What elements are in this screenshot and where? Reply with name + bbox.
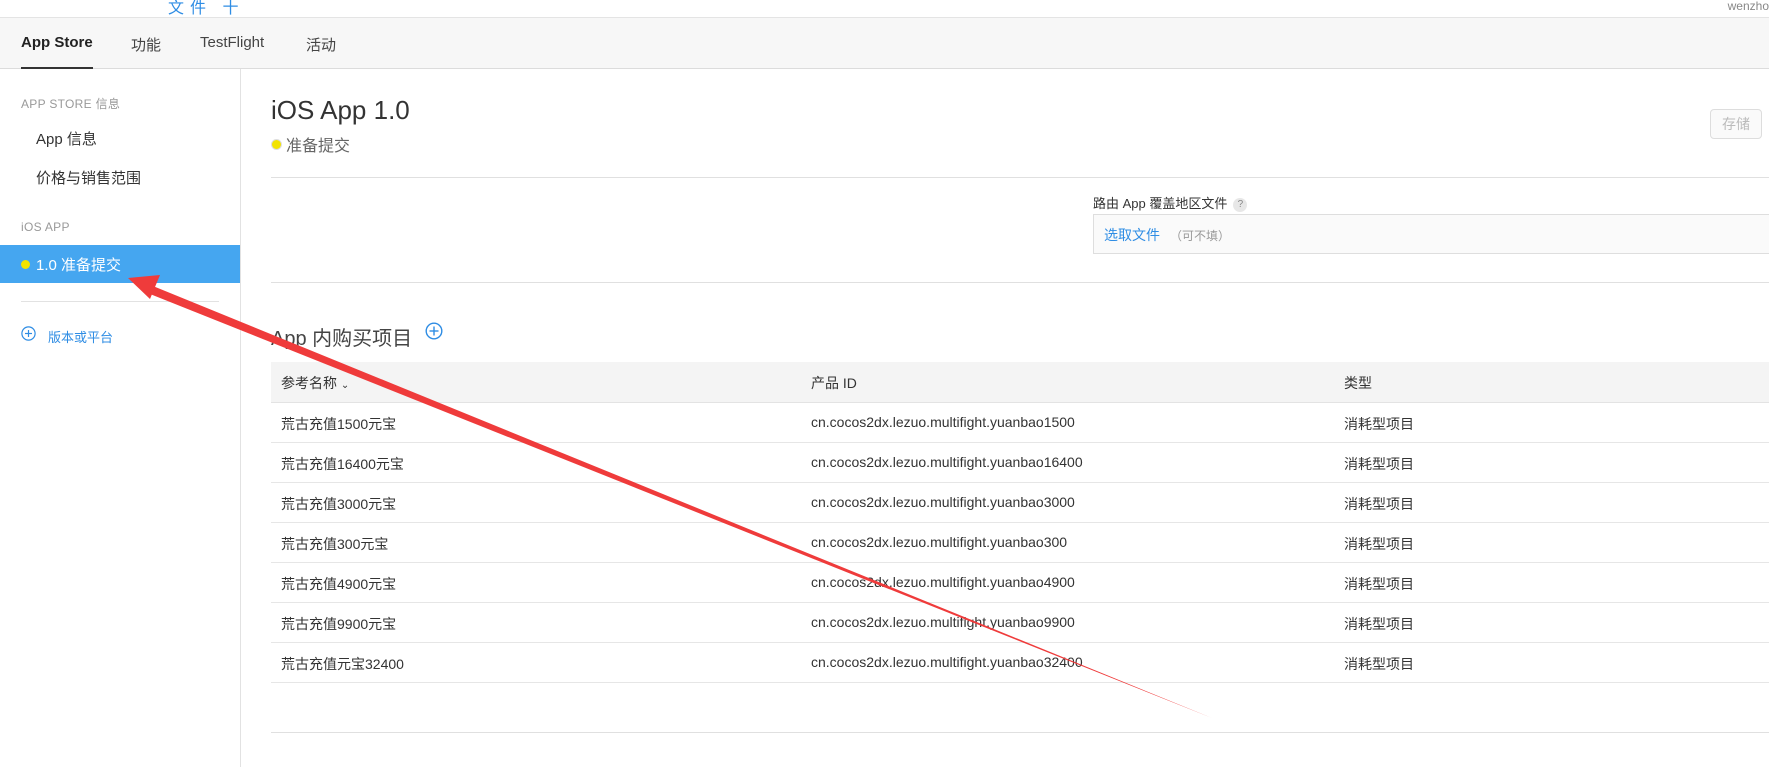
divider	[271, 732, 1769, 733]
sidebar-section-ios: iOS APP	[21, 220, 70, 234]
route-file-label: 路由 App 覆盖地区文件?	[1093, 193, 1248, 212]
cell-product-id: cn.cocos2dx.lezuo.multifight.yuanbao9900	[811, 614, 1075, 630]
cell-type: 消耗型项目	[1344, 496, 1414, 512]
cell-product-id: cn.cocos2dx.lezuo.multifight.yuanbao1500	[811, 414, 1075, 430]
status-dot-icon	[21, 260, 30, 269]
status-text: 准备提交	[286, 138, 351, 155]
sidebar: APP STORE 信息 App 信息 价格与销售范围 iOS APP 1.0 …	[0, 69, 241, 767]
add-iap-plus-icon[interactable]	[425, 322, 443, 340]
route-file-field: 选取文件 （可不填）	[1093, 214, 1769, 254]
divider	[271, 282, 1769, 283]
table-row[interactable]: 荒古充值16400元宝 cn.cocos2dx.lezuo.multifight…	[271, 443, 1769, 483]
cell-product-id: cn.cocos2dx.lezuo.multifight.yuanbao4900	[811, 574, 1075, 590]
add-version-label: 版本或平台	[48, 330, 114, 345]
table-row[interactable]: 荒古充值4900元宝 cn.cocos2dx.lezuo.multifight.…	[271, 563, 1769, 603]
cell-product-id: cn.cocos2dx.lezuo.multifight.yuanbao3000	[811, 494, 1075, 510]
sidebar-item-version-1-0[interactable]: 1.0 准备提交	[0, 245, 240, 283]
iap-section-title: App 内购买项目	[271, 328, 413, 350]
sidebar-item-pricing[interactable]: 价格与销售范围	[36, 167, 141, 188]
table-row[interactable]: 荒古充值3000元宝 cn.cocos2dx.lezuo.multifight.…	[271, 483, 1769, 523]
table-header: 参考名称 ⌄ 产品 ID 类型	[271, 362, 1769, 403]
top-strip: 文件 十 wenzho	[0, 0, 1769, 18]
page-title: iOS App 1.0	[271, 95, 410, 125]
divider	[271, 177, 1769, 178]
cell-name: 荒古充值16400元宝	[281, 456, 404, 472]
sidebar-section-appstore: APP STORE 信息	[21, 97, 121, 111]
tab-testflight[interactable]: TestFlight	[200, 34, 264, 51]
cell-product-id: cn.cocos2dx.lezuo.multifight.yuanbao300	[811, 534, 1068, 550]
cell-name: 荒古充值300元宝	[281, 536, 389, 552]
plus-circle-icon	[21, 326, 36, 341]
chevron-down-icon: ⌄	[340, 380, 350, 391]
cell-name: 荒古充值4900元宝	[281, 576, 397, 592]
cell-type: 消耗型项目	[1344, 536, 1414, 552]
choose-file-link[interactable]: 选取文件	[1104, 225, 1160, 245]
tab-app-store[interactable]: App Store	[21, 34, 93, 69]
cell-type: 消耗型项目	[1344, 456, 1414, 472]
cell-product-id: cn.cocos2dx.lezuo.multifight.yuanbao1640…	[811, 454, 1083, 470]
cell-type: 消耗型项目	[1344, 576, 1414, 592]
tab-activity[interactable]: 活动	[306, 34, 336, 55]
status-dot-icon	[271, 139, 282, 151]
cell-name: 荒古充值3000元宝	[281, 496, 397, 512]
iap-table: 参考名称 ⌄ 产品 ID 类型 荒古充值1500元宝 cn.cocos2dx.l…	[271, 362, 1769, 683]
user-name[interactable]: wenzho	[1728, 0, 1769, 13]
top-tab-bar: App Store 功能 TestFlight 活动	[0, 18, 1769, 69]
cell-type: 消耗型项目	[1344, 656, 1414, 672]
cell-name: 荒古充值9900元宝	[281, 616, 397, 632]
column-header-name[interactable]: 参考名称 ⌄	[281, 373, 349, 393]
optional-hint: （可不填）	[1170, 229, 1231, 243]
table-row[interactable]: 荒古充值1500元宝 cn.cocos2dx.lezuo.multifight.…	[271, 403, 1769, 443]
help-icon[interactable]: ?	[1233, 197, 1248, 212]
cell-product-id: cn.cocos2dx.lezuo.multifight.yuanbao3240…	[811, 654, 1083, 670]
status-line: 准备提交	[271, 132, 350, 156]
route-file-label-text: 路由 App 覆盖地区文件	[1093, 196, 1228, 211]
cell-type: 消耗型项目	[1344, 416, 1414, 432]
main-content: iOS App 1.0 准备提交 存储 路由 App 覆盖地区文件? 选取文件 …	[241, 69, 1769, 767]
table-row[interactable]: 荒古充值元宝32400 cn.cocos2dx.lezuo.multifight…	[271, 643, 1769, 683]
sidebar-item-label: 1.0 准备提交	[36, 257, 122, 274]
table-row[interactable]: 荒古充值9900元宝 cn.cocos2dx.lezuo.multifight.…	[271, 603, 1769, 643]
save-button[interactable]: 存储	[1710, 109, 1762, 139]
cell-name: 荒古充值元宝32400	[281, 656, 404, 672]
column-header-type: 类型	[1344, 375, 1372, 391]
column-header-product-id: 产品 ID	[811, 375, 857, 391]
table-row[interactable]: 荒古充值300元宝 cn.cocos2dx.lezuo.multifight.y…	[271, 523, 1769, 563]
top-blue-fragment: 文件 十	[168, 0, 245, 17]
sidebar-item-app-info[interactable]: App 信息	[36, 128, 97, 149]
cell-type: 消耗型项目	[1344, 616, 1414, 632]
tab-features[interactable]: 功能	[131, 34, 161, 55]
sidebar-divider	[21, 301, 219, 302]
cell-name: 荒古充值1500元宝	[281, 416, 397, 432]
